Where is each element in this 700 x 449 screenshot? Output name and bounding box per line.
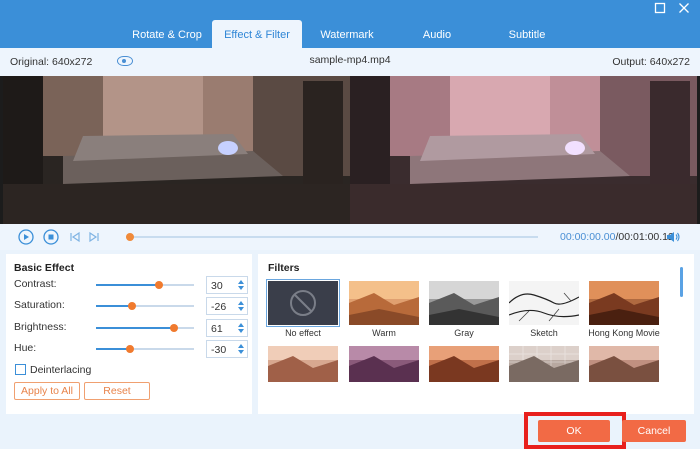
file-name: sample-mp4.mp4	[309, 54, 391, 66]
contrast-slider-handle[interactable]	[154, 281, 163, 289]
hue-input[interactable]: -30	[206, 340, 248, 358]
brightness-slider[interactable]	[96, 324, 194, 332]
filters-scrollbar[interactable]	[680, 267, 683, 297]
saturation-row: Saturation: -26	[14, 295, 250, 317]
saturation-value: -26	[211, 301, 227, 313]
reset-button[interactable]: Reset	[84, 382, 150, 400]
brightness-slider-handle[interactable]	[170, 324, 179, 332]
contrast-input[interactable]: 30	[206, 276, 248, 294]
volume-icon[interactable]	[665, 229, 681, 245]
filter-hong-kong-movie[interactable]	[589, 281, 659, 325]
contrast-slider[interactable]	[96, 281, 194, 289]
tab-bar: Rotate & Crop Effect & Filter Watermark …	[122, 20, 572, 48]
filters-title: Filters	[268, 262, 300, 274]
filters-card: Filters No effect Warm Gray Sketch Hong …	[258, 254, 694, 414]
current-time: 00:00:00.00	[560, 231, 616, 243]
contrast-row: Contrast: 30	[14, 274, 250, 296]
seek-slider[interactable]	[126, 233, 538, 241]
deinterlacing-label: Deinterlacing	[30, 364, 92, 376]
brightness-input[interactable]: 61	[206, 319, 248, 337]
close-icon[interactable]	[676, 2, 692, 18]
saturation-slider-handle[interactable]	[128, 302, 137, 310]
seek-handle[interactable]	[126, 233, 134, 241]
output-resolution: Output: 640x272	[612, 56, 690, 68]
tab-rotate-crop[interactable]: Rotate & Crop	[122, 20, 212, 48]
tab-effect-filter[interactable]: Effect & Filter	[212, 20, 302, 48]
saturation-label: Saturation:	[14, 299, 65, 311]
tab-subtitle[interactable]: Subtitle	[482, 20, 572, 48]
hue-row: Hue: -30	[14, 338, 250, 360]
original-preview	[3, 76, 350, 224]
brightness-row: Brightness: 61	[14, 317, 250, 339]
saturation-slider-fill	[96, 305, 133, 307]
hue-label: Hue:	[14, 342, 37, 354]
tab-watermark[interactable]: Watermark	[302, 20, 392, 48]
brightness-decrement-icon[interactable]	[238, 329, 244, 333]
next-frame-icon[interactable]	[86, 229, 102, 245]
filter-thumbnail[interactable]	[509, 346, 579, 382]
saturation-input[interactable]: -26	[206, 297, 248, 315]
brightness-label: Brightness:	[14, 321, 67, 333]
contrast-decrement-icon[interactable]	[238, 286, 244, 290]
saturation-slider[interactable]	[96, 302, 194, 310]
basic-effect-title: Basic Effect	[14, 262, 75, 274]
hue-value: -30	[211, 344, 227, 356]
saturation-decrement-icon[interactable]	[238, 307, 244, 311]
filter-thumbnail[interactable]	[349, 346, 419, 382]
filter-thumbnail[interactable]	[268, 346, 338, 382]
hue-decrement-icon[interactable]	[238, 350, 244, 354]
previous-frame-icon[interactable]	[67, 229, 83, 245]
filter-gray[interactable]	[429, 281, 499, 325]
stop-icon[interactable]	[43, 229, 59, 245]
brightness-slider-fill	[96, 327, 175, 329]
basic-effect-card: Basic Effect Contrast: 30 Saturation: -2…	[6, 254, 252, 414]
contrast-slider-fill	[96, 284, 159, 286]
filter-thumbnail[interactable]	[589, 346, 659, 382]
filter-no-effect-label: No effect	[285, 328, 321, 338]
contrast-label: Contrast:	[14, 278, 57, 290]
hue-slider-handle[interactable]	[126, 345, 135, 353]
maximize-icon[interactable]	[652, 2, 668, 18]
hue-slider[interactable]	[96, 345, 194, 353]
cancel-button[interactable]: Cancel	[622, 420, 686, 442]
filter-sketch-label: Sketch	[530, 328, 558, 338]
contrast-increment-icon[interactable]	[238, 280, 244, 284]
hue-increment-icon[interactable]	[238, 344, 244, 348]
info-row: Original: 640x272 sample-mp4.mp4 Output:…	[0, 48, 700, 76]
play-icon[interactable]	[18, 229, 34, 245]
tab-audio[interactable]: Audio	[392, 20, 482, 48]
preview-area	[0, 76, 700, 224]
filter-gray-label: Gray	[454, 328, 474, 338]
apply-to-all-button[interactable]: Apply to All	[14, 382, 80, 400]
brightness-increment-icon[interactable]	[238, 323, 244, 327]
hue-slider-fill	[96, 348, 131, 350]
contrast-value: 30	[211, 280, 223, 292]
time-display: 00:00:00.00/00:01:00.12	[560, 231, 674, 243]
ok-highlight-frame	[524, 412, 626, 449]
filter-sketch[interactable]	[509, 281, 579, 325]
filter-no-effect[interactable]	[266, 279, 340, 327]
deinterlacing-checkbox[interactable]	[15, 364, 26, 375]
playback-bar: 00:00:00.00/00:01:00.12	[0, 224, 700, 250]
filter-hong-kong-movie-label: Hong Kong Movie	[588, 328, 660, 338]
filter-thumbnail[interactable]	[429, 346, 499, 382]
brightness-value: 61	[211, 323, 223, 335]
output-preview	[350, 76, 697, 224]
filter-warm-label: Warm	[372, 328, 396, 338]
filter-warm[interactable]	[349, 281, 419, 325]
saturation-increment-icon[interactable]	[238, 301, 244, 305]
title-bar: Rotate & Crop Effect & Filter Watermark …	[0, 0, 700, 48]
